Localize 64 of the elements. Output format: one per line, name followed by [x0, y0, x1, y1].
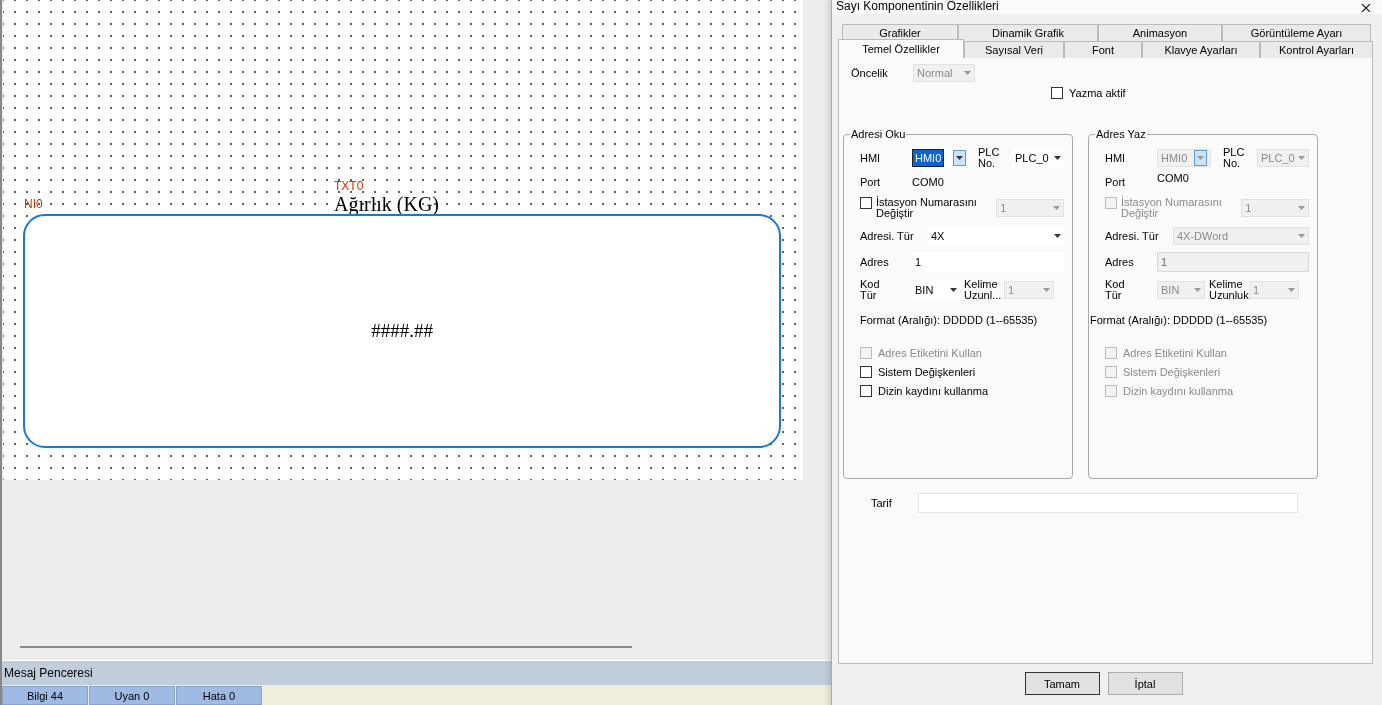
object-label: TXT0	[334, 180, 365, 193]
format-text: Format (Aralığı): DDDDD (1--65535)	[860, 314, 1038, 326]
group-title: Adresi Oku	[850, 128, 907, 140]
code-type-dropdown[interactable]: BIN	[912, 281, 960, 299]
dialog-button[interactable]: Tamam	[1024, 672, 1100, 695]
checkbox[interactable]: Yazma aktif	[1051, 87, 1368, 99]
caret-icon	[1043, 288, 1050, 292]
field-label: Adres	[860, 256, 890, 268]
caret-icon	[1288, 288, 1295, 292]
field-label: Adresi. Tür	[860, 230, 915, 242]
port-value: COM0	[912, 176, 944, 188]
tab[interactable]: Görüntüleme Ayarı	[1222, 24, 1371, 41]
caret-icon	[950, 288, 957, 292]
field-label: Öncelik	[851, 67, 889, 79]
checkbox[interactable]: Sistem Değişkenleri	[860, 366, 1064, 378]
checkbox[interactable]: Dizin kaydını kullanma	[860, 385, 1064, 397]
plc-dropdown[interactable]: PLC_0	[1012, 149, 1064, 167]
field-label: Port	[860, 176, 882, 188]
address-field[interactable]: 1	[912, 252, 1064, 272]
window-title: Sayı Komponentinin Özellikleri	[836, 0, 999, 13]
port-value: COM0	[1157, 172, 1189, 184]
caret-icon	[1298, 156, 1305, 160]
caption-text: Ağırlık (KG)	[334, 193, 440, 215]
message-tab[interactable]: Bilgi 44	[2, 686, 88, 705]
address-type-dropdown[interactable]: 4X	[928, 227, 1064, 245]
tab[interactable]: Dinamik Grafik	[958, 24, 1098, 41]
dialog-button[interactable]: İptal	[1107, 672, 1183, 695]
scrollbar[interactable]	[20, 646, 632, 648]
field-label: PLC No.	[978, 147, 1001, 169]
tab[interactable]: Kontrol Ayarları	[1260, 41, 1373, 58]
tab[interactable]: Animasyon	[1098, 24, 1222, 41]
caret-icon	[1298, 206, 1305, 210]
field-label: PLC No.	[1223, 147, 1246, 169]
caret-icon	[1194, 288, 1201, 292]
field-label: Adres	[1105, 256, 1135, 268]
field-label: Kelime Uzunl...	[964, 279, 1003, 301]
numeric-display[interactable]: ####.##	[23, 214, 781, 448]
field-label: Adresi. Tür	[1105, 230, 1160, 242]
caret-icon	[1053, 206, 1060, 210]
tab[interactable]: Temel Özellikler	[838, 39, 964, 58]
group-title: Adres Yaz	[1095, 128, 1147, 140]
caret-icon	[1298, 234, 1305, 238]
message-tab[interactable]: Hata 0	[176, 686, 262, 705]
caret-icon	[1054, 156, 1061, 160]
caret-icon	[956, 156, 963, 160]
caret-icon	[1197, 156, 1204, 160]
tab[interactable]: Klavye Ayarları	[1142, 41, 1260, 58]
object-label: NI0	[24, 198, 43, 211]
tab[interactable]: Sayısal Veri	[964, 41, 1064, 58]
field-label: Tarif	[871, 497, 892, 509]
format-text: Format (Aralığı): DDDDD (1--65535)	[1090, 314, 1268, 326]
description-field[interactable]	[917, 493, 1298, 513]
field-label: HMI	[860, 152, 882, 164]
tab[interactable]: Font	[1064, 41, 1142, 58]
field-label: HMI	[1105, 152, 1127, 164]
message-tab[interactable]: Uyan 0	[89, 686, 175, 705]
field-label: Kelime Uzunluk	[1209, 279, 1249, 301]
hmi-dropdown[interactable]: HMI0	[912, 149, 966, 167]
field-label: Port	[1105, 176, 1127, 188]
field-label: Kod Tür	[860, 279, 881, 301]
caret-icon	[1054, 234, 1061, 238]
field-label: Kod Tür	[1105, 279, 1126, 301]
close-icon[interactable]	[1361, 3, 1373, 12]
caret-icon	[964, 71, 971, 75]
